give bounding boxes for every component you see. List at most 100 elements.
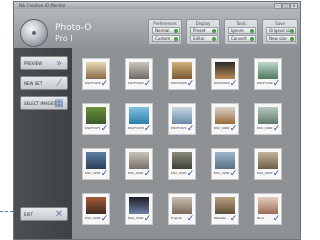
- thumbnail-item[interactable]: DSC_4200 ✓: [254, 148, 282, 180]
- thumbnail-caption: Friends: [171, 216, 182, 220]
- photo-thumbnail: [172, 197, 192, 214]
- photo-thumbnail: [86, 152, 106, 169]
- checkmark-icon[interactable]: ✓: [229, 125, 238, 134]
- photo-thumbnail: [129, 197, 149, 214]
- photo-thumbnail: [129, 152, 149, 169]
- thumbnail-item[interactable]: Friends ✓: [168, 193, 196, 225]
- checkmark-icon[interactable]: ✓: [143, 215, 152, 224]
- thumbnail-caption: DSCF1971: [85, 126, 101, 130]
- photo-thumbnail: [172, 152, 192, 169]
- button-label: Custom: [155, 36, 171, 41]
- title-bar: Nik Creative IO Monitor – □ ×: [14, 2, 300, 9]
- checkmark-icon[interactable]: ✓: [100, 215, 109, 224]
- button-label: Convert: [231, 36, 247, 41]
- thumbnail-caption: DSCF1930: [85, 81, 101, 85]
- checkmark-icon[interactable]: ✓: [186, 170, 195, 179]
- thumbnail-item[interactable]: DSCF1930 ✓: [82, 58, 110, 90]
- new-size-button[interactable]: New size: [266, 35, 296, 42]
- thumbnail-caption: DSCF1240: [257, 81, 273, 85]
- preferences-group: Preferences Normal Custom: [148, 19, 182, 45]
- status-dot-icon: [212, 37, 216, 41]
- photo-thumbnail: [129, 62, 149, 79]
- thumbnail-item[interactable]: DSC_4200 ✓: [211, 148, 239, 180]
- thumbnail-item[interactable]: DSCF1920 ✓: [125, 58, 153, 90]
- checkmark-icon[interactable]: ✓: [143, 170, 152, 179]
- exit-button[interactable]: EXIT ✕: [20, 207, 68, 221]
- checkmark-icon[interactable]: ✓: [186, 125, 195, 134]
- checkmark-icon[interactable]: ✓: [229, 170, 238, 179]
- photo-thumbnail: [215, 62, 235, 79]
- preview-button[interactable]: PREVIEW »: [20, 56, 68, 70]
- app-name: Photo-O: [55, 23, 92, 33]
- thumbnail-item[interactable]: DSCF0000 ✓: [168, 58, 196, 90]
- save-group: Save Original size New size: [262, 19, 298, 45]
- thumbnail-item[interactable]: DSCF1970 ✓: [125, 103, 153, 135]
- normal-button[interactable]: Normal: [152, 27, 180, 34]
- group-label: Save: [275, 21, 285, 26]
- thumbnail-caption: DSCF1970: [128, 126, 144, 130]
- select-images-button[interactable]: SELECT IMAGES ▦: [20, 96, 68, 110]
- thumbnail-grid: DSCF1930 ✓ DSCF1920 ✓ DSCF0000 ✓ DSCF0000 ✓ DSCF…: [72, 48, 300, 239]
- thumbnail-item[interactable]: DSC_4200 ✓: [168, 148, 196, 180]
- thumbnail-item[interactable]: DSCF1971 ✓: [82, 103, 110, 135]
- checkmark-icon[interactable]: ✓: [100, 80, 109, 89]
- thumbnail-item[interactable]: DSC_4200 ✓: [125, 148, 153, 180]
- thumbnail-item[interactable]: DSCF0000 ✓: [211, 58, 239, 90]
- preset-button[interactable]: Preset: [190, 27, 218, 34]
- thumbnail-item[interactable]: Nina ✓: [254, 193, 282, 225]
- checkmark-icon[interactable]: ✓: [272, 215, 281, 224]
- thumbnail-item[interactable]: Website ✓: [211, 193, 239, 225]
- checkmark-icon[interactable]: ✓: [143, 80, 152, 89]
- thumbnail-caption: DSCF1971: [171, 126, 187, 130]
- thumbnail-caption: Website: [214, 216, 226, 220]
- ignore-button[interactable]: Ignore: [228, 27, 256, 34]
- thumbnail-item[interactable]: DSC_0000 ✓: [254, 103, 282, 135]
- thumbnail-caption: DSC_4200: [128, 171, 144, 175]
- thumbnail-caption: DSC_4200: [85, 216, 101, 220]
- checkmark-icon[interactable]: ✓: [100, 125, 109, 134]
- checkmark-icon[interactable]: ✓: [143, 125, 152, 134]
- status-dot-icon: [174, 37, 178, 41]
- checkmark-icon[interactable]: ✓: [272, 80, 281, 89]
- thumbnail-caption: DSCF0000: [214, 81, 230, 85]
- editor-button[interactable]: Editor: [190, 35, 218, 42]
- thumbnail-item[interactable]: DSC_4200 ✓: [125, 193, 153, 225]
- photo-thumbnail: [86, 197, 106, 214]
- group-label: Tools: [236, 21, 246, 26]
- photo-thumbnail: [215, 152, 235, 169]
- photo-thumbnail: [86, 62, 106, 79]
- photo-thumbnail: [258, 197, 278, 214]
- thumbnail-caption: DSC_4200: [85, 171, 101, 175]
- convert-button[interactable]: Convert: [228, 35, 256, 42]
- photo-thumbnail: [258, 62, 278, 79]
- checkmark-icon[interactable]: ✓: [186, 215, 195, 224]
- thumbnail-item[interactable]: DSCF1240 ✓: [254, 58, 282, 90]
- photo-thumbnail: [172, 62, 192, 79]
- thumbnail-caption: DSCF1920: [128, 81, 144, 85]
- checkmark-icon[interactable]: ✓: [272, 170, 281, 179]
- checkmark-icon[interactable]: ✓: [186, 80, 195, 89]
- grid-icon: ▦: [54, 98, 64, 109]
- thumbnail-item[interactable]: DSC_4200 ✓: [82, 148, 110, 180]
- thumbnail-item[interactable]: DSC_4200 ✓: [82, 193, 110, 225]
- original-size-button[interactable]: Original size: [266, 27, 296, 34]
- group-label: Preferences: [153, 21, 177, 26]
- window-title: Nik Creative IO Monitor: [19, 3, 66, 8]
- button-label: New size: [269, 36, 287, 41]
- thumbnail-item[interactable]: DSCF1971 ✓: [168, 103, 196, 135]
- checkmark-icon[interactable]: ✓: [229, 80, 238, 89]
- checkmark-icon[interactable]: ✓: [272, 125, 281, 134]
- photo-thumbnail: [86, 107, 106, 124]
- thumbnail-caption: DSC_4200: [214, 171, 230, 175]
- custom-button[interactable]: Custom: [152, 35, 180, 42]
- checkmark-icon[interactable]: ✓: [229, 215, 238, 224]
- thumbnail-caption: DSC_0000: [214, 126, 230, 130]
- photo-thumbnail: [172, 107, 192, 124]
- thumbnail-item[interactable]: DSC_0000 ✓: [211, 103, 239, 135]
- sidebar: PREVIEW » NEW SET ⁄ SELECT IMAGES ▦ EXIT…: [14, 48, 72, 239]
- photo-thumbnail: [258, 107, 278, 124]
- new-set-button[interactable]: NEW SET ⁄: [20, 76, 68, 90]
- button-label: Preset: [193, 28, 206, 33]
- checkmark-icon[interactable]: ✓: [100, 170, 109, 179]
- thumbnail-caption: DSCF0000: [171, 81, 187, 85]
